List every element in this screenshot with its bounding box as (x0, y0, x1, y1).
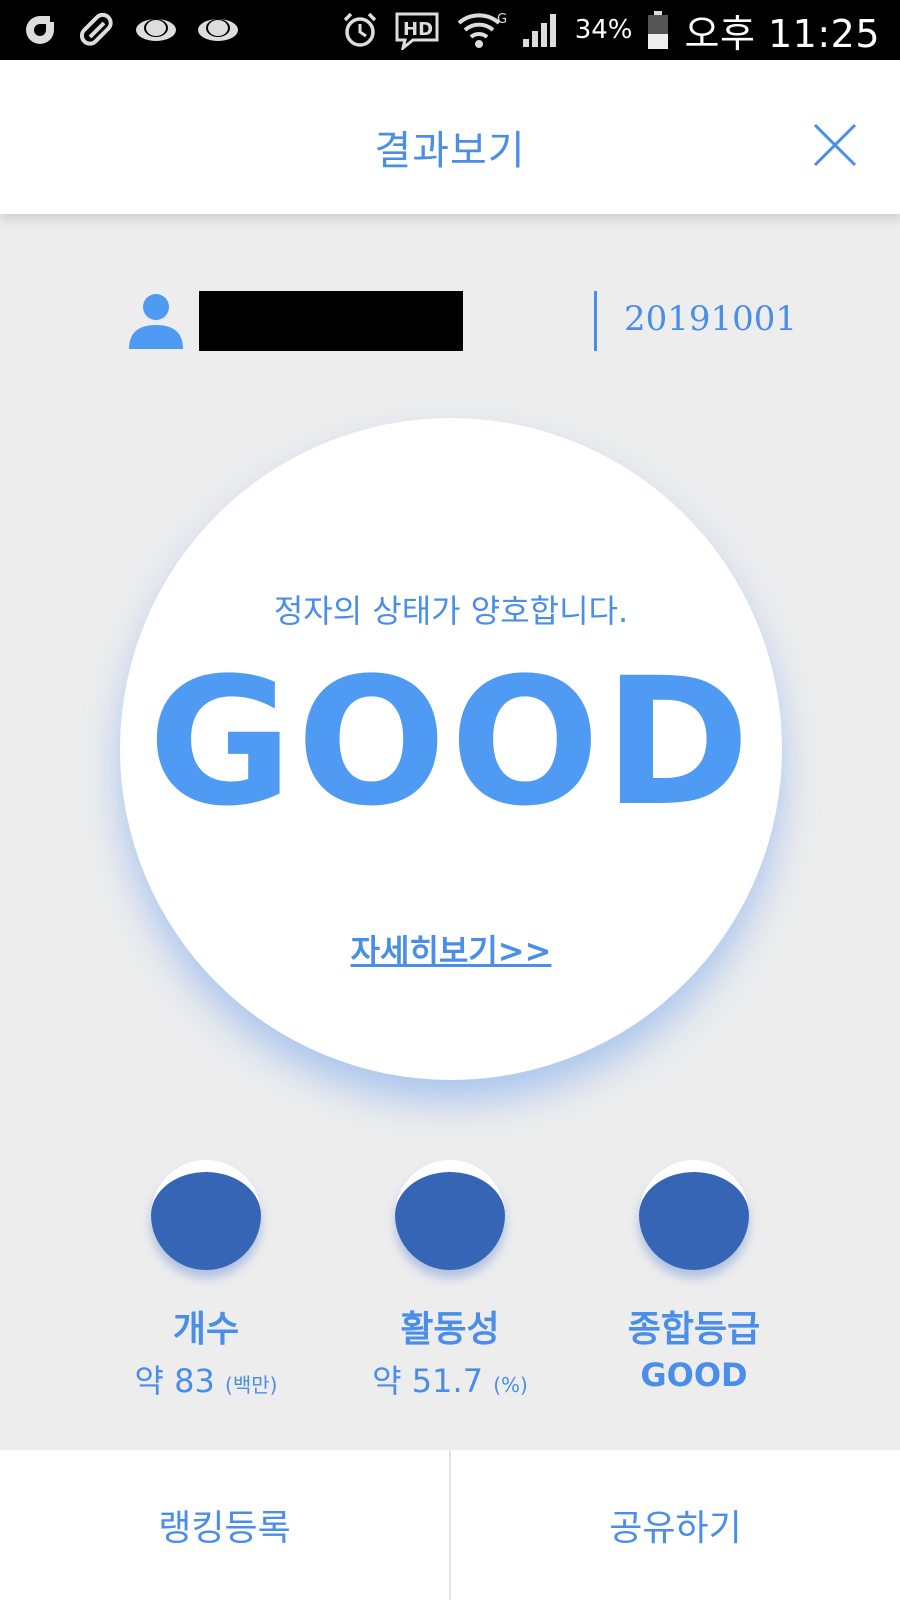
share-button[interactable]: 공유하기 (449, 1450, 900, 1600)
close-icon (813, 123, 857, 167)
status-bar: HD G 34% 오후 11:25 (0, 0, 900, 60)
signal-icon (521, 11, 561, 49)
stat-value: 약 51.7 (%) (325, 1356, 575, 1402)
svg-text:HD: HD (403, 19, 433, 40)
battery-icon (646, 10, 670, 50)
result-grade: GOOD (148, 640, 754, 845)
stat-motility: 활동성 약 51.7 (%) (325, 1160, 575, 1402)
stat-overall-grade: 종합등급 GOOD (569, 1160, 819, 1394)
svg-text:G: G (497, 12, 507, 27)
user-divider (594, 291, 597, 351)
stat-count: 개수 약 83 (백만) (81, 1160, 331, 1402)
stat-label: 종합등급 (627, 1309, 761, 1350)
wifi-icon: G (455, 9, 507, 51)
status-time: 오후 11:25 (684, 11, 880, 56)
close-button[interactable] (812, 122, 858, 168)
header: 결과보기 (0, 60, 900, 214)
stat-dot (395, 1160, 505, 1270)
detail-link[interactable]: 자세히보기>> (120, 926, 782, 972)
result-message: 정자의 상태가 양호합니다. (273, 592, 629, 630)
stat-unit: (백만) (225, 1373, 278, 1397)
status-left-icons (20, 10, 240, 50)
g-app-icon (20, 10, 60, 50)
stat-label: 개수 (172, 1309, 240, 1350)
stat-number: 51.7 (411, 1362, 484, 1400)
stat-dot (151, 1160, 261, 1270)
result-circle: 정자의 상태가 양호합니다. GOOD 자세히보기>> (120, 418, 782, 1080)
user-icon (127, 291, 185, 349)
ranking-register-button[interactable]: 랭킹등록 (0, 1450, 449, 1600)
user-name-redacted (199, 291, 463, 351)
stat-number: GOOD (640, 1356, 748, 1394)
stat-number: 83 (174, 1362, 215, 1400)
stat-value: 약 83 (백만) (81, 1356, 331, 1402)
alarm-icon (341, 11, 379, 49)
battery-percent: 34% (574, 15, 633, 45)
user-info: 20191001 (0, 285, 900, 355)
stat-prefix: 약 (134, 1362, 175, 1400)
stat-unit: (%) (493, 1373, 528, 1397)
planet-icon (196, 12, 240, 48)
stat-prefix: 약 (372, 1362, 412, 1400)
status-right-icons: HD G 34% 오후 11:25 (341, 3, 880, 58)
test-date: 20191001 (624, 299, 798, 339)
bottom-bar: 랭킹등록 공유하기 (0, 1450, 900, 1600)
stat-label: 활동성 (400, 1309, 500, 1350)
stat-dot (639, 1160, 749, 1270)
page-title: 결과보기 (374, 128, 526, 174)
hd-voice-icon: HD (393, 10, 441, 50)
pill-icon (78, 11, 116, 49)
planet-icon (134, 12, 178, 48)
